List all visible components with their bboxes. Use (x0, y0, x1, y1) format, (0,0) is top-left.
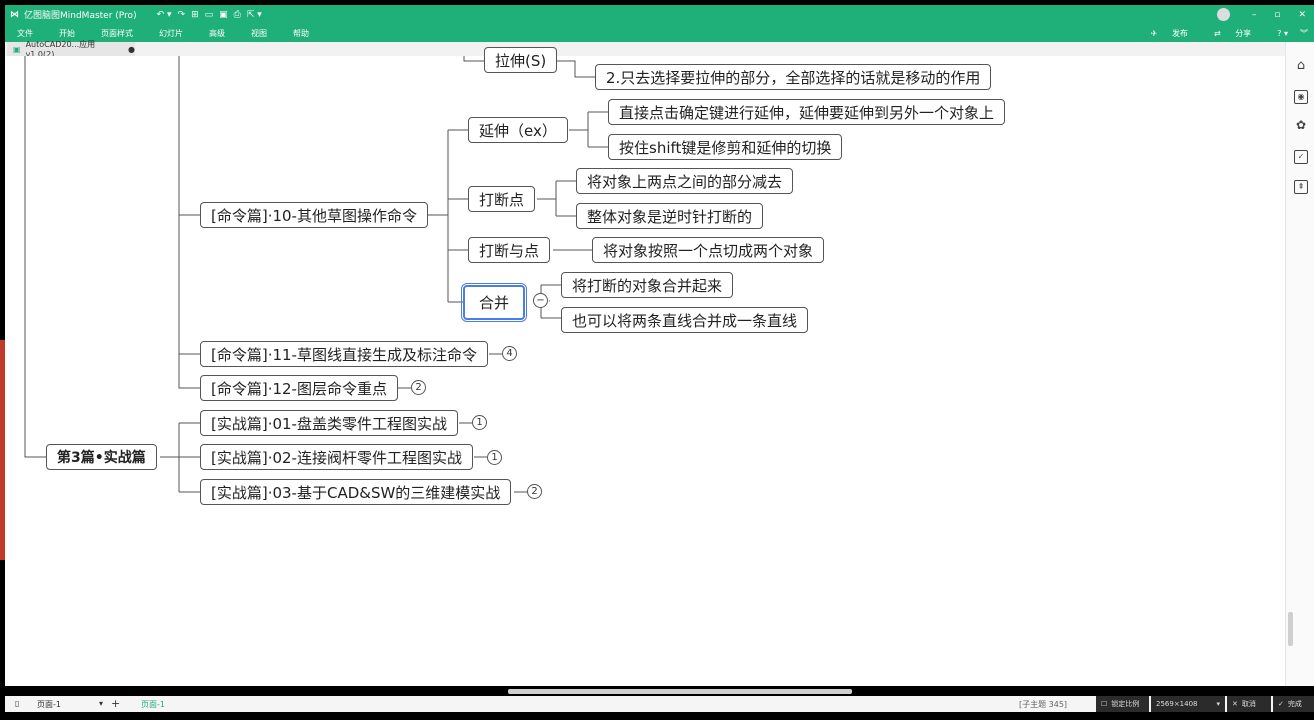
node-practice-03[interactable]: [实战篇]·03-基于CAD&SW的三维建模实战 (200, 479, 512, 505)
status-bar: ▯ 页面-1 ▾ + 页面-1 [子主题 345] ☐ 锁定比例 2569×140… (5, 696, 1314, 712)
expand-count-badge[interactable]: 2 (411, 380, 426, 395)
lock-ratio-checkbox[interactable]: ☐ 锁定比例 (1096, 696, 1149, 712)
right-toolbar: ⌂ ◉ ✿ ✓ ⇞ (1285, 42, 1314, 686)
collapse-toggle-icon[interactable]: − (533, 293, 548, 308)
size-select[interactable]: 2569×1408 ▾ (1151, 696, 1225, 712)
node-cmd10[interactable]: [命令篇]·10-其他草图操作命令 (200, 202, 428, 228)
node-cmd12[interactable]: [命令篇]·12-图层命令重点 (200, 375, 398, 401)
node-break-at-point[interactable]: 打断与点 (468, 237, 551, 263)
size-value: 2569×1408 (1156, 700, 1198, 708)
node-practice-02[interactable]: [实战篇]·02-连接阀杆零件工程图实战 (200, 444, 473, 470)
lock-ratio-label: 锁定比例 (1111, 700, 1140, 708)
outline-icon[interactable]: ⇞ (1294, 180, 1308, 194)
left-red-strip (0, 340, 5, 560)
topic-count: [子主题 345] (1019, 700, 1068, 709)
confirm-label: 完成 (1287, 700, 1302, 708)
page-select-value: 页面-1 (37, 700, 61, 709)
node-join-selected[interactable]: 合并 (460, 283, 528, 322)
node-extend[interactable]: 延伸（ex） (468, 117, 568, 143)
task-icon[interactable]: ✓ (1294, 150, 1308, 164)
confirm-button[interactable]: ✓ 完成 (1273, 696, 1314, 712)
vertical-scrollbar[interactable] (1288, 612, 1293, 646)
page-select[interactable]: 页面-1 ▾ (37, 699, 103, 710)
cancel-label: 取消 (1241, 700, 1256, 708)
image-icon[interactable]: ◉ (1294, 90, 1308, 104)
node-part3[interactable]: 第3篇•实战篇 (46, 444, 157, 470)
add-page-button[interactable]: + (111, 697, 120, 710)
page-list-icon[interactable]: ▯ (15, 699, 19, 708)
node-break-at-point-note[interactable]: 将对象按照一个点切成两个对象 (592, 237, 825, 263)
node-break[interactable]: 打断点 (468, 186, 536, 212)
expand-count-badge[interactable]: 1 (472, 415, 487, 430)
node-break-note-1[interactable]: 将对象上两点之间的部分减去 (576, 168, 794, 194)
clipart-icon[interactable]: ✿ (1294, 119, 1308, 134)
format-brush-icon[interactable]: ⌂ (1294, 59, 1308, 74)
expand-count-badge[interactable]: 1 (487, 450, 502, 465)
node-practice-01[interactable]: [实战篇]·01-盘盖类零件工程图实战 (200, 410, 458, 436)
horizontal-scrollbar[interactable] (508, 689, 852, 694)
node-stretch-note[interactable]: 2.只去选择要拉伸的部分，全部选择的话就是移动的作用 (595, 64, 992, 90)
node-join-note-2[interactable]: 也可以将两条直线合并成一条直线 (561, 307, 809, 333)
node-extend-note-1[interactable]: 直接点击确定键进行延伸，延伸要延伸到另外一个对象上 (608, 99, 1006, 125)
node-join-note-1[interactable]: 将打断的对象合并起来 (561, 272, 734, 298)
node-extend-note-2[interactable]: 按住shift键是修剪和延伸的切换 (608, 134, 843, 160)
node-cmd11[interactable]: [命令篇]·11-草图线直接生成及标注命令 (200, 341, 488, 367)
node-stretch[interactable]: 拉伸(S) (484, 47, 558, 73)
node-break-note-2[interactable]: 整体对象是逆时针打断的 (576, 203, 764, 229)
expand-count-badge[interactable]: 2 (527, 484, 542, 499)
page-tab[interactable]: 页面-1 (141, 699, 165, 710)
cancel-button[interactable]: ✕ 取消 (1227, 696, 1271, 712)
expand-count-badge[interactable]: 4 (502, 346, 517, 361)
